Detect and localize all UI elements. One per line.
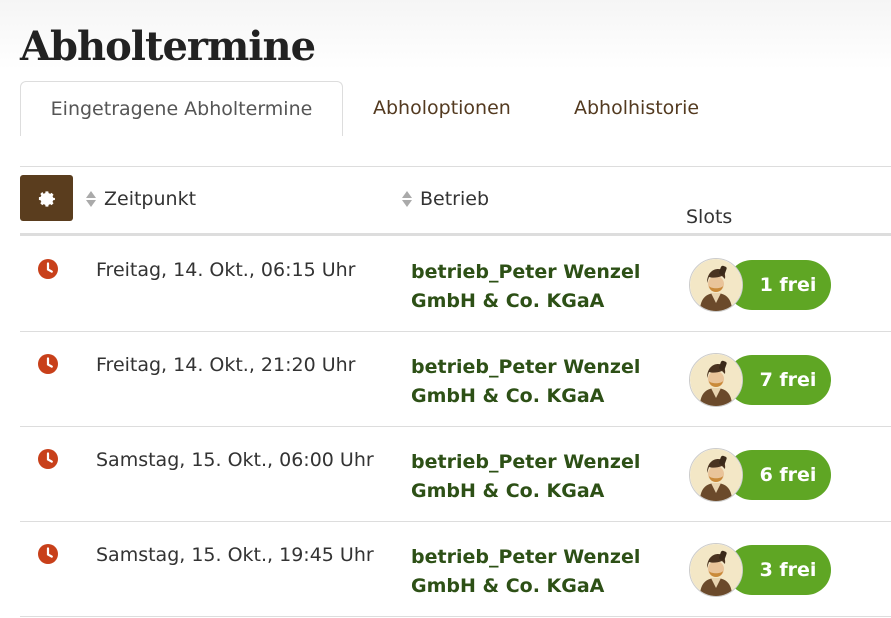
table-row: Samstag, 15. Okt., 06:00 Uhr betrieb_Pet…: [20, 426, 891, 522]
user-avatar[interactable]: [689, 353, 743, 407]
company-name-line2: GmbH & Co. KGaA: [411, 290, 605, 312]
slot-group: 3 frei: [689, 543, 835, 599]
company-name-line1: betrieb_Peter Wenzel: [411, 546, 641, 568]
page-title: Abholtermine: [20, 23, 316, 70]
user-avatar[interactable]: [689, 543, 743, 597]
sort-icon: [402, 191, 412, 207]
pickup-time: Samstag, 15. Okt., 06:00 Uhr: [96, 449, 374, 471]
table-row: Samstag, 15. Okt., 19:45 Uhr betrieb_Pet…: [20, 521, 891, 617]
person-avatar-icon: [690, 544, 742, 596]
column-header-time[interactable]: Zeitpunkt: [86, 187, 196, 211]
tab-eingetragene-abholtermine[interactable]: Eingetragene Abholtermine: [20, 81, 343, 136]
clock-icon: [38, 449, 58, 469]
table-row: Freitag, 14. Okt., 06:15 Uhr betrieb_Pet…: [20, 236, 891, 332]
slot-group: 7 frei: [689, 353, 835, 409]
company-name-line1: betrieb_Peter Wenzel: [411, 451, 641, 473]
column-header-company[interactable]: Betrieb: [402, 187, 489, 211]
company-name-line1: betrieb_Peter Wenzel: [411, 356, 641, 378]
slot-group: 6 frei: [689, 448, 835, 504]
person-avatar-icon: [690, 259, 742, 311]
sort-icon: [86, 191, 96, 207]
column-header-time-label: Zeitpunkt: [104, 188, 197, 210]
company-link[interactable]: betrieb_Peter Wenzel GmbH & Co. KGaA: [411, 448, 661, 506]
table-settings-button[interactable]: [20, 175, 73, 221]
clock-icon: [38, 259, 58, 279]
tab-abholoptionen[interactable]: Abholoptionen: [373, 81, 511, 136]
column-header-slots-label: Slots: [686, 206, 733, 228]
clock-icon: [38, 544, 58, 564]
company-name-line2: GmbH & Co. KGaA: [411, 385, 605, 407]
pickup-time: Samstag, 15. Okt., 19:45 Uhr: [96, 544, 374, 566]
user-avatar[interactable]: [689, 448, 743, 502]
slot-group: 1 frei: [689, 258, 835, 314]
column-header-company-label: Betrieb: [420, 188, 490, 210]
user-avatar[interactable]: [689, 258, 743, 312]
company-name-line2: GmbH & Co. KGaA: [411, 575, 605, 597]
page: Abholtermine Eingetragene Abholtermine A…: [0, 0, 891, 618]
pickup-time: Freitag, 14. Okt., 06:15 Uhr: [96, 259, 356, 281]
person-avatar-icon: [690, 354, 742, 406]
clock-icon: [38, 354, 58, 374]
gear-icon: [38, 191, 55, 207]
tab-abholhistorie[interactable]: Abholhistorie: [574, 81, 699, 136]
tab-bar: Eingetragene Abholtermine Abholoptionen …: [20, 81, 891, 136]
company-link[interactable]: betrieb_Peter Wenzel GmbH & Co. KGaA: [411, 543, 661, 601]
table-header: Zeitpunkt Betrieb Slots: [20, 167, 891, 236]
person-avatar-icon: [690, 449, 742, 501]
table-row: Freitag, 14. Okt., 21:20 Uhr betrieb_Pet…: [20, 331, 891, 427]
company-link[interactable]: betrieb_Peter Wenzel GmbH & Co. KGaA: [411, 258, 661, 316]
company-link[interactable]: betrieb_Peter Wenzel GmbH & Co. KGaA: [411, 353, 661, 411]
company-name-line1: betrieb_Peter Wenzel: [411, 261, 641, 283]
company-name-line2: GmbH & Co. KGaA: [411, 480, 605, 502]
pickup-time: Freitag, 14. Okt., 21:20 Uhr: [96, 354, 356, 376]
